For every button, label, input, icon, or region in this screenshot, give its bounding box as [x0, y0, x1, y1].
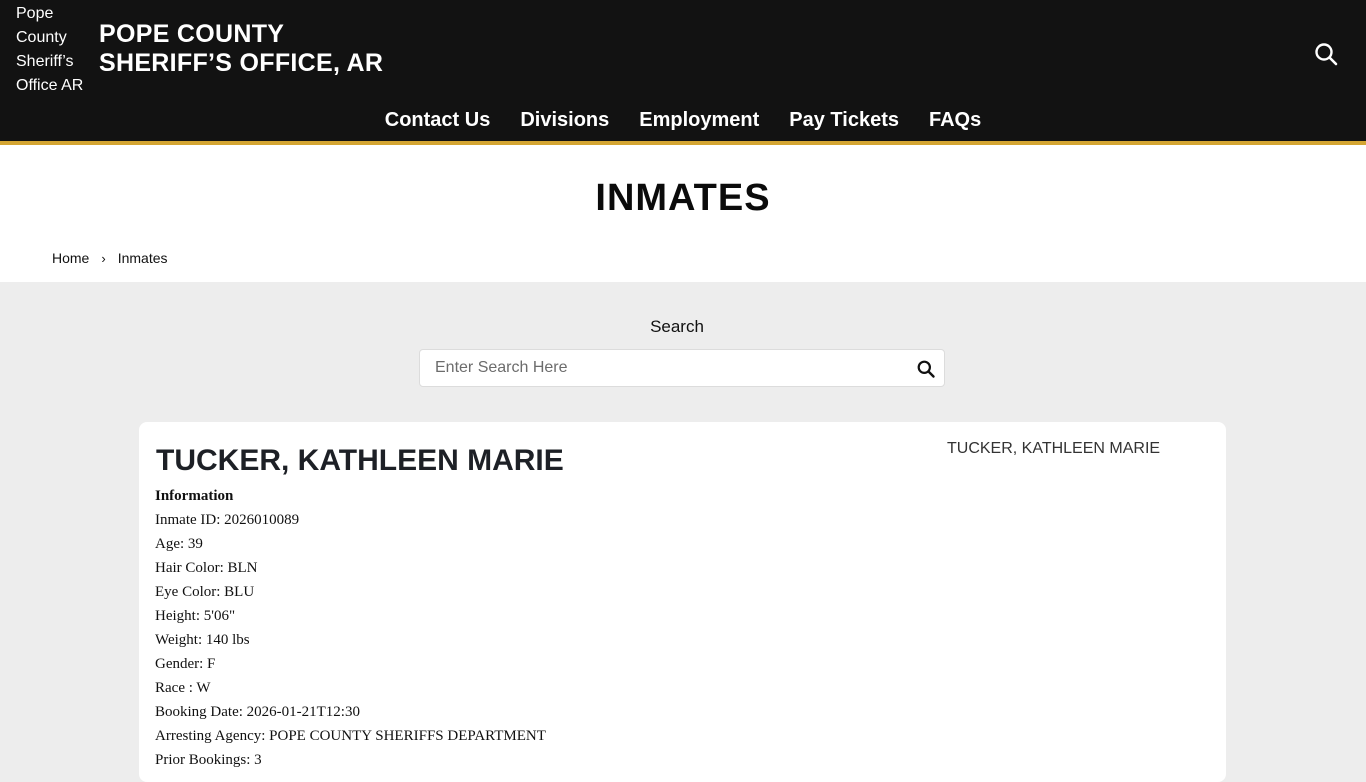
search-input[interactable] [435, 350, 905, 386]
nav-divisions[interactable]: Divisions [520, 105, 609, 135]
inmate-photo-alt-text: TUCKER, KATHLEEN MARIE [947, 440, 1161, 457]
inmate-name: TUCKER, KATHLEEN MARIE [156, 444, 564, 477]
inmate-weight: Weight: 140 lbs [155, 632, 250, 648]
site-title[interactable]: POPE COUNTY SHERIFF’S OFFICE, AR [99, 20, 383, 78]
information-heading: Information [155, 488, 234, 504]
site-title-line-1: POPE COUNTY [99, 20, 285, 48]
nav-employment[interactable]: Employment [639, 105, 759, 135]
breadcrumb-home[interactable]: Home [52, 250, 89, 266]
page-title: INMATES [595, 177, 771, 219]
inmate-details: Information Inmate ID: 2026010089 Age: 3… [155, 484, 546, 772]
inmate-eye-color: Eye Color: BLU [155, 584, 255, 600]
inmate-gender: Gender: F [155, 656, 216, 672]
inmate-age: Age: 39 [155, 536, 203, 552]
nav-pay-tickets[interactable]: Pay Tickets [789, 105, 899, 135]
inmate-arresting-agency: Arresting Agency: POPE COUNTY SHERIFFS D… [155, 728, 546, 744]
chevron-right-icon: › [101, 251, 106, 266]
inmate-race: Race : W [155, 680, 211, 696]
site-title-line-2: SHERIFF’S OFFICE, AR [99, 49, 384, 77]
inmate-booking-date: Booking Date: 2026-01-21T12:30 [155, 704, 360, 720]
header-search-button[interactable] [1312, 40, 1340, 68]
search-label: Search [650, 317, 704, 336]
inmate-card: TUCKER, KATHLEEN MARIE TUCKER, KATHLEEN … [139, 422, 1226, 782]
nav-contact-us[interactable]: Contact Us [385, 105, 491, 135]
search-icon [917, 360, 935, 378]
logo-alt-text: Pope County Sheriff’s Office AR [16, 5, 84, 94]
inmate-prior-bookings: Prior Bookings: 3 [155, 752, 262, 768]
inmate-height: Height: 5'06" [155, 608, 236, 624]
inmate-photo: TUCKER, KATHLEEN MARIE [947, 439, 1160, 459]
site-header: Pope County Sheriff’s Office AR POPE COU… [0, 0, 1366, 145]
site-logo[interactable]: Pope County Sheriff’s Office AR [16, 2, 96, 98]
search-icon [1315, 43, 1338, 66]
main-navigation: Contact Us Divisions Employment Pay Tickets… [0, 105, 1366, 135]
search-submit-button[interactable] [916, 359, 936, 379]
breadcrumb-current: Inmates [117, 250, 168, 266]
search-box [419, 349, 945, 387]
nav-faqs[interactable]: FAQs [929, 105, 981, 135]
inmate-hair-color: Hair Color: BLN [155, 560, 258, 576]
breadcrumb: Home › Inmates [52, 248, 168, 269]
inmate-id: Inmate ID: 2026010089 [155, 512, 300, 528]
